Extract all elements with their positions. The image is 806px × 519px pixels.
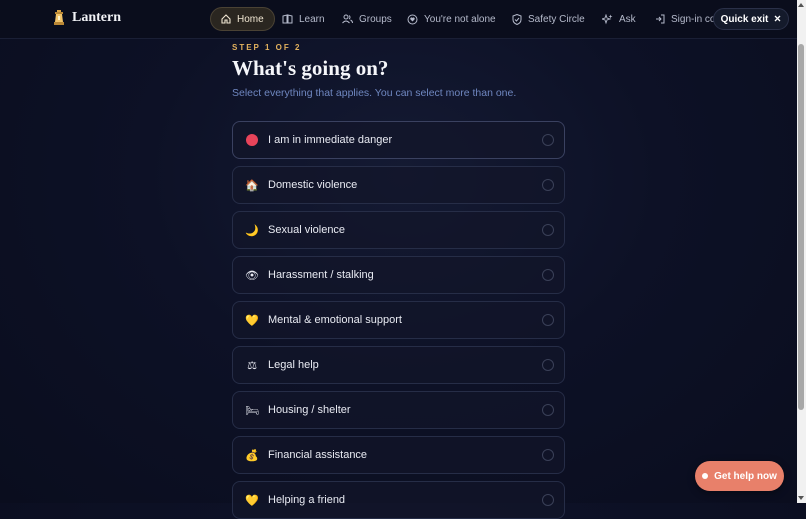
nav-not-alone[interactable]: You're not alone: [397, 7, 506, 31]
option-checkbox[interactable]: [542, 449, 554, 461]
scales-icon: ⚖: [247, 359, 257, 372]
option-row[interactable]: 👁 Harassment / stalking: [232, 256, 565, 294]
step-indicator: STEP 1 OF 2: [232, 43, 302, 52]
home-icon: [221, 14, 231, 24]
quick-exit-label: Quick exit: [720, 13, 769, 25]
option-row[interactable]: 🏠 Domestic violence: [232, 166, 565, 204]
page-title: What's going on?: [232, 56, 389, 80]
option-label: Housing / shelter: [268, 404, 351, 416]
red-circle-icon: [245, 133, 259, 147]
page-scrollbar[interactable]: [797, 0, 806, 503]
users-icon: [342, 14, 353, 24]
top-nav: Lantern Home Learn Groups You're not alo…: [0, 0, 797, 39]
sparkle-icon: [602, 13, 613, 25]
option-label: Financial assistance: [268, 449, 368, 461]
option-label: I am in immediate danger: [268, 134, 393, 146]
bed-icon: 🛏: [245, 404, 259, 417]
yellow-heart-icon: 💛: [245, 314, 259, 327]
option-checkbox[interactable]: [542, 494, 554, 506]
nav-groups[interactable]: Groups: [332, 7, 402, 31]
option-checkbox[interactable]: [542, 224, 554, 236]
nav-label: Ask: [619, 13, 636, 25]
nav-safety[interactable]: Safety Circle: [502, 7, 595, 31]
nav-label: Safety Circle: [528, 13, 585, 25]
nav-label: Groups: [359, 13, 392, 25]
get-help-label: Get help now: [714, 470, 777, 482]
book-icon: [282, 14, 293, 24]
crescent-moon-icon: 🌙: [245, 224, 259, 237]
option-row[interactable]: 🛏 Housing / shelter: [232, 391, 565, 429]
nav-ask[interactable]: Ask: [592, 7, 646, 31]
option-checkbox[interactable]: [542, 269, 554, 281]
option-checkbox[interactable]: [542, 134, 554, 146]
sign-in-icon: [655, 14, 665, 24]
option-label: Legal help: [268, 359, 319, 371]
get-help-button[interactable]: Get help now: [695, 461, 784, 491]
option-label: Helping a friend: [268, 494, 346, 506]
nav-label: Home: [237, 13, 264, 25]
lantern-icon: [53, 10, 65, 26]
option-row[interactable]: ⚖ Legal help: [232, 346, 565, 384]
option-checkbox[interactable]: [542, 179, 554, 191]
chat-heart-icon: [407, 14, 418, 25]
house-icon: 🏠: [245, 179, 259, 192]
quick-exit-button[interactable]: Quick exit: [713, 8, 789, 30]
option-checkbox[interactable]: [542, 404, 554, 416]
page-subtitle: Select everything that applies. You can …: [232, 87, 517, 99]
option-row[interactable]: 💰 Financial assistance: [232, 436, 565, 474]
nav-learn[interactable]: Learn: [272, 7, 335, 31]
option-row[interactable]: 💛 Mental & emotional support: [232, 301, 565, 339]
scroll-up-icon[interactable]: [798, 3, 804, 7]
option-label: Mental & emotional support: [268, 314, 402, 326]
nav-label: You're not alone: [424, 13, 496, 25]
option-label: Sexual violence: [268, 224, 346, 236]
heart-hands-icon: 💛: [245, 494, 259, 507]
option-label: Domestic violence: [268, 179, 358, 191]
option-checkbox[interactable]: [542, 359, 554, 371]
nav-label: Learn: [299, 13, 325, 25]
option-row[interactable]: 🌙 Sexual violence: [232, 211, 565, 249]
option-row[interactable]: I am in immediate danger: [232, 121, 565, 159]
scroll-thumb[interactable]: [798, 44, 804, 410]
scroll-down-icon[interactable]: [798, 496, 804, 500]
option-row[interactable]: 💛 Helping a friend: [232, 481, 565, 519]
money-bag-icon: 💰: [245, 449, 259, 462]
shield-icon: [512, 13, 522, 25]
status-dot-icon: [702, 473, 709, 479]
close-icon: [774, 14, 781, 25]
brand[interactable]: Lantern: [53, 10, 121, 26]
nav-label: Sign-in co: [671, 13, 716, 25]
nav-home[interactable]: Home: [210, 7, 275, 31]
eye-icon: 👁: [245, 269, 259, 282]
option-label: Harassment / stalking: [268, 269, 374, 281]
option-checkbox[interactable]: [542, 314, 554, 326]
brand-name: Lantern: [72, 10, 121, 25]
